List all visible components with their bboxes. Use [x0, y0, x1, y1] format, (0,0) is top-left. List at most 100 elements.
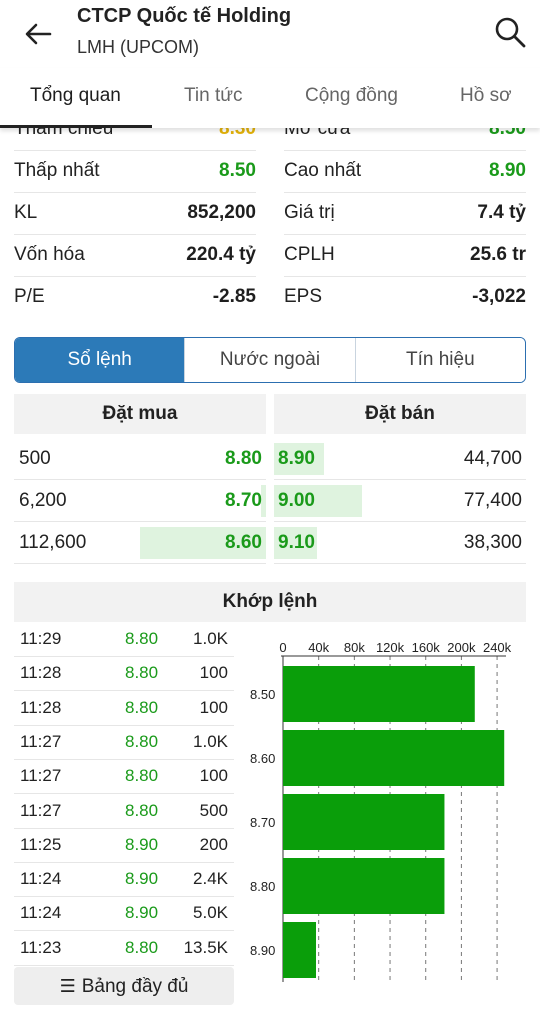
stat-label: Vốn hóa — [14, 244, 85, 265]
stat-high: Cao nhất 8.90 — [284, 160, 526, 202]
trade-time: 11:28 — [20, 697, 62, 717]
ask-price: 8.90 — [278, 448, 315, 469]
trade-time: 11:28 — [20, 663, 62, 683]
trade-volume: 100 — [199, 697, 228, 717]
x-tick-label: 240k — [483, 640, 512, 655]
ask-row[interactable]: 9.00 77,400 — [274, 480, 526, 522]
ask-price: 9.10 — [278, 532, 315, 553]
stat-value: 7.4 tỷ — [477, 202, 526, 223]
stat-low: Thấp nhất 8.50 — [14, 160, 256, 202]
trade-row: 11:24 8.90 2.4K — [14, 863, 234, 898]
trade-row: 11:27 8.80 1.0K — [14, 726, 234, 760]
trade-time: 11:24 — [20, 903, 62, 923]
stat-label: CPLH — [284, 244, 335, 265]
search-icon[interactable] — [492, 14, 528, 50]
tab-bar: Tổng quan Tin tức Cộng đồng Hồ sơ — [0, 68, 540, 128]
stat-label: Tham chiếu — [14, 128, 114, 139]
trade-price: 8.90 — [125, 869, 159, 889]
bid-volume: 500 — [19, 448, 51, 469]
full-table-button[interactable]: ☰ Bảng đầy đủ — [14, 967, 234, 1005]
bid-row[interactable]: 112,600 8.60 — [14, 522, 266, 564]
trade-price: 8.80 — [125, 663, 159, 683]
y-tick-label: 8.60 — [250, 751, 275, 766]
tab-news[interactable]: Tin tức — [184, 85, 242, 107]
y-tick-label: 8.70 — [250, 815, 275, 830]
trade-row: 11:25 8.90 200 — [14, 829, 234, 863]
stat-value: 8.90 — [489, 160, 526, 181]
stat-value: 8.50 — [219, 160, 256, 181]
stats-grid: Tham chiếu 8.30 Mở cửa 8.50 Thấp nhất 8.… — [0, 128, 540, 318]
ask-row[interactable]: 9.10 38,300 — [274, 522, 526, 564]
trade-row: 11:27 8.80 100 — [14, 760, 234, 795]
trade-time: 11:29 — [20, 629, 62, 648]
trade-time: 11:24 — [20, 869, 62, 889]
trade-price: 8.80 — [125, 731, 159, 751]
trade-volume: 500 — [199, 800, 228, 820]
trade-row: 11:28 8.80 100 — [14, 692, 234, 726]
stat-label: P/E — [14, 286, 45, 307]
stat-eps: EPS -3,022 — [284, 286, 526, 318]
stat-value: 25.6 tr — [470, 244, 526, 265]
ask-price: 9.00 — [278, 490, 315, 511]
bid-header: Đặt mua — [14, 394, 266, 434]
segmented-control: Sổ lệnh Nước ngoài Tín hiệu — [14, 337, 526, 383]
x-tick-label: 0 — [279, 640, 286, 655]
trade-price: 8.80 — [125, 697, 159, 717]
bid-price: 8.80 — [225, 448, 262, 469]
trade-time: 11:27 — [20, 731, 62, 751]
trade-price: 8.80 — [125, 800, 159, 820]
segment-foreign[interactable]: Nước ngoài — [185, 338, 356, 382]
stat-label: KL — [14, 202, 38, 223]
x-tick-label: 80k — [344, 640, 365, 655]
x-tick-label: 40k — [308, 640, 329, 655]
stat-open: Mở cửa 8.50 — [284, 128, 526, 160]
ask-row[interactable]: 8.90 44,700 — [274, 438, 526, 480]
trade-volume: 13.5K — [183, 937, 228, 957]
trade-row: 11:28 8.80 100 — [14, 657, 234, 692]
full-table-label: Bảng đầy đủ — [81, 976, 189, 997]
volume-bar — [283, 794, 445, 850]
x-tick-label: 160k — [412, 640, 441, 655]
stat-label: EPS — [284, 286, 323, 307]
trade-volume: 100 — [199, 663, 228, 683]
back-arrow-icon[interactable] — [22, 18, 54, 50]
ask-volume: 77,400 — [463, 490, 522, 511]
trade-volume: 100 — [199, 766, 228, 786]
stat-shares: CPLH 25.6 tr — [284, 244, 526, 286]
trade-volume: 200 — [199, 834, 228, 854]
y-tick-label: 8.80 — [250, 879, 275, 894]
trade-row: 11:23 8.80 13.5K — [14, 932, 234, 966]
trade-time: 11:25 — [20, 834, 62, 854]
trade-volume: 1.0K — [193, 731, 228, 751]
bid-row[interactable]: 6,200 8.70 — [14, 480, 266, 522]
active-tab-indicator — [0, 125, 152, 128]
bid-volume: 6,200 — [19, 490, 67, 511]
trade-volume: 5.0K — [193, 903, 228, 923]
stock-ticker: LMH (UPCOM) — [77, 37, 199, 57]
stat-value: 220.4 tỷ — [186, 244, 256, 265]
stat-label: Mở cửa — [284, 128, 351, 139]
volume-bar — [283, 730, 505, 786]
volume-bar — [283, 922, 317, 978]
stat-ref: Tham chiếu 8.30 — [14, 128, 256, 160]
stat-value: 8.50 — [489, 128, 526, 139]
ask-header: Đặt bán — [274, 394, 526, 434]
segment-order-book[interactable]: Sổ lệnh — [15, 338, 186, 382]
volume-by-price-chart: 0 40k 80k 120k 160k 200k 240k 8.50 8.60 8.70 8.80 8… — [250, 640, 512, 982]
tab-community[interactable]: Cộng đồng — [305, 85, 398, 107]
trade-time: 11:27 — [20, 800, 62, 820]
trade-price: 8.90 — [125, 834, 159, 854]
list-icon: ☰ — [59, 976, 76, 996]
y-tick-label: 8.90 — [250, 943, 275, 958]
segment-signals[interactable]: Tín hiệu — [355, 338, 525, 382]
trade-time: 11:27 — [20, 766, 62, 786]
trade-price: 8.80 — [125, 766, 159, 786]
tab-overview[interactable]: Tổng quan — [30, 85, 121, 107]
stat-label: Giá trị — [284, 202, 335, 223]
stat-turnover: Giá trị 7.4 tỷ — [284, 202, 526, 244]
y-tick-label: 8.50 — [250, 687, 275, 702]
bid-row[interactable]: 500 8.80 — [14, 438, 266, 480]
bid-price: 8.60 — [225, 532, 262, 553]
tab-profile[interactable]: Hồ sơ — [460, 85, 512, 107]
app-header: CTCP Quốc tế Holding LMH (UPCOM) — [0, 0, 540, 68]
